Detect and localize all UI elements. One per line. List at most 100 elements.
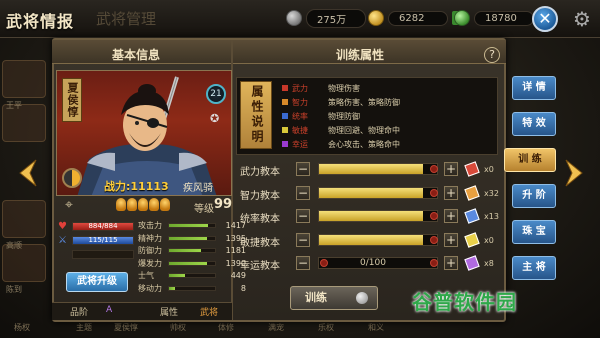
stat-label: 精神力	[138, 233, 162, 243]
attribute-row: 统率 物理防御	[282, 110, 360, 122]
side-tab-4[interactable]: 珠 宝	[512, 220, 556, 244]
list-item[interactable]	[2, 60, 46, 98]
book-count: x32	[484, 188, 499, 198]
heart-icon: ♥	[58, 221, 67, 232]
training-progress-bar	[318, 186, 438, 199]
training-book-label: 统率教本	[240, 214, 280, 225]
increase-button[interactable]: +	[444, 185, 458, 200]
stat-bar	[168, 285, 216, 291]
training-progress-bar	[318, 233, 438, 246]
prev-hero-arrow-icon[interactable]	[16, 158, 38, 188]
increase-button[interactable]: +	[444, 162, 458, 176]
ghost-hero-name: 高顺	[6, 241, 22, 250]
training-book-label: 敏捷教本	[240, 237, 280, 249]
gear-icon[interactable]: ⚙	[570, 7, 594, 31]
side-tab-2[interactable]: 训 练	[504, 148, 556, 172]
stat-bar-fill	[169, 261, 208, 265]
watermark: 谷普软件园	[412, 290, 517, 314]
grade-label: 等级	[194, 204, 214, 215]
increase-button[interactable]: +	[444, 232, 458, 247]
stat-row: 爆发力 1390	[138, 258, 246, 269]
resource-gold: 6282 +	[368, 8, 466, 28]
attribute-name: 智力	[292, 97, 308, 107]
stat-label: 爆发力	[138, 258, 162, 268]
progress-end-icon	[430, 212, 438, 220]
increase-button[interactable]: +	[444, 256, 458, 270]
stat-label: 移动力	[138, 283, 162, 293]
attribute-row: 武力 物理伤害	[282, 82, 360, 94]
gold-coin-icon	[368, 10, 384, 26]
hp-bar: 884/884	[72, 222, 134, 231]
ghost-bottom-label: 杨权	[14, 323, 30, 332]
side-tab-0[interactable]: 详 情	[512, 76, 556, 100]
quality-label: 品阶	[70, 308, 89, 318]
silver-coin-icon	[356, 292, 368, 304]
training-book-label: 幸运教本	[240, 261, 280, 272]
medal-row	[116, 198, 170, 211]
stat-row: 攻击力 1417	[138, 220, 246, 231]
training-progress-text: 0/100	[360, 258, 386, 268]
help-button[interactable]: ?	[484, 47, 500, 63]
attribute-color-icon	[282, 99, 288, 105]
resource-value: 275万	[306, 8, 366, 28]
side-tab-1[interactable]: 特 效	[512, 112, 556, 136]
next-hero-arrow-icon[interactable]	[564, 158, 586, 188]
attribute-row: 智力 策略伤害、策略防御	[282, 96, 400, 108]
attribute-name: 敏捷	[292, 125, 308, 135]
resource-value: 6282	[388, 10, 448, 26]
crosshair-icon: ⌖	[65, 197, 73, 213]
star-icon: ✪	[210, 112, 220, 125]
jade-icon	[454, 10, 470, 26]
attribute-desc: 物理伤害	[328, 83, 360, 93]
silver-coin-icon	[286, 10, 302, 26]
hero-upgrade-button[interactable]: 武将升级	[66, 272, 128, 292]
page-title: 武将情报	[6, 12, 75, 31]
medal-icon	[127, 198, 137, 211]
training-book-label: 武力教本	[240, 167, 280, 178]
decrease-button[interactable]: −	[296, 209, 310, 223]
decrease-button[interactable]: −	[296, 256, 310, 270]
stat-bar	[168, 260, 216, 266]
training-progress-fill	[319, 164, 423, 174]
book-count: x8	[484, 259, 494, 268]
close-button[interactable]: ✕	[532, 6, 558, 32]
stat-value: 449	[230, 271, 246, 280]
grade-value: 99	[214, 197, 233, 212]
attribute-value: 武将	[200, 308, 219, 318]
decrease-button[interactable]: −	[296, 232, 310, 247]
attribute-explanation-title: 属性说明	[240, 81, 272, 149]
training-progress-fill	[319, 187, 423, 198]
attribute-name: 幸运	[292, 139, 308, 149]
ghost-bottom-label: 夏侯惇	[114, 323, 138, 332]
hero-level-badge: 21	[206, 84, 226, 104]
combat-power: 战力:11113	[104, 180, 169, 193]
increase-button[interactable]: +	[444, 209, 458, 223]
resource-jade: 18780	[454, 8, 534, 28]
resource-silver: 275万	[286, 8, 366, 28]
attribute-row: 敏捷 物理回避、物理命中	[282, 124, 400, 136]
ghost-hero-name: 王平	[6, 101, 22, 110]
empty-bar	[72, 250, 134, 259]
training-book-label: 智力教本	[240, 190, 280, 202]
side-tab-5[interactable]: 主 将	[512, 256, 556, 280]
side-tab-3[interactable]: 升 阶	[512, 184, 556, 208]
stat-bar	[168, 223, 216, 228]
progress-end-icon	[430, 188, 438, 197]
stat-label: 士气	[138, 271, 154, 280]
attribute-color-icon	[282, 141, 288, 147]
attribute-desc: 会心攻击、策略命中	[328, 139, 400, 149]
stat-label: 攻击力	[138, 221, 162, 230]
progress-start-icon	[320, 259, 328, 267]
decrease-button[interactable]: −	[296, 185, 310, 200]
stat-row: 精神力 1395	[138, 233, 246, 244]
medal-icon	[138, 198, 148, 211]
decrease-button[interactable]: −	[296, 162, 310, 176]
ghost-hero-name: 陈到	[6, 285, 22, 294]
list-item[interactable]	[2, 200, 46, 238]
stat-value: 8	[240, 283, 246, 293]
ghost-bottom-label: 主题	[76, 323, 92, 332]
ghost-bottom-label: 满宠	[268, 323, 284, 332]
troop-value: 115/115	[88, 236, 118, 244]
attribute-desc: 策略伤害、策略防御	[328, 97, 400, 107]
stat-bar	[168, 273, 216, 278]
